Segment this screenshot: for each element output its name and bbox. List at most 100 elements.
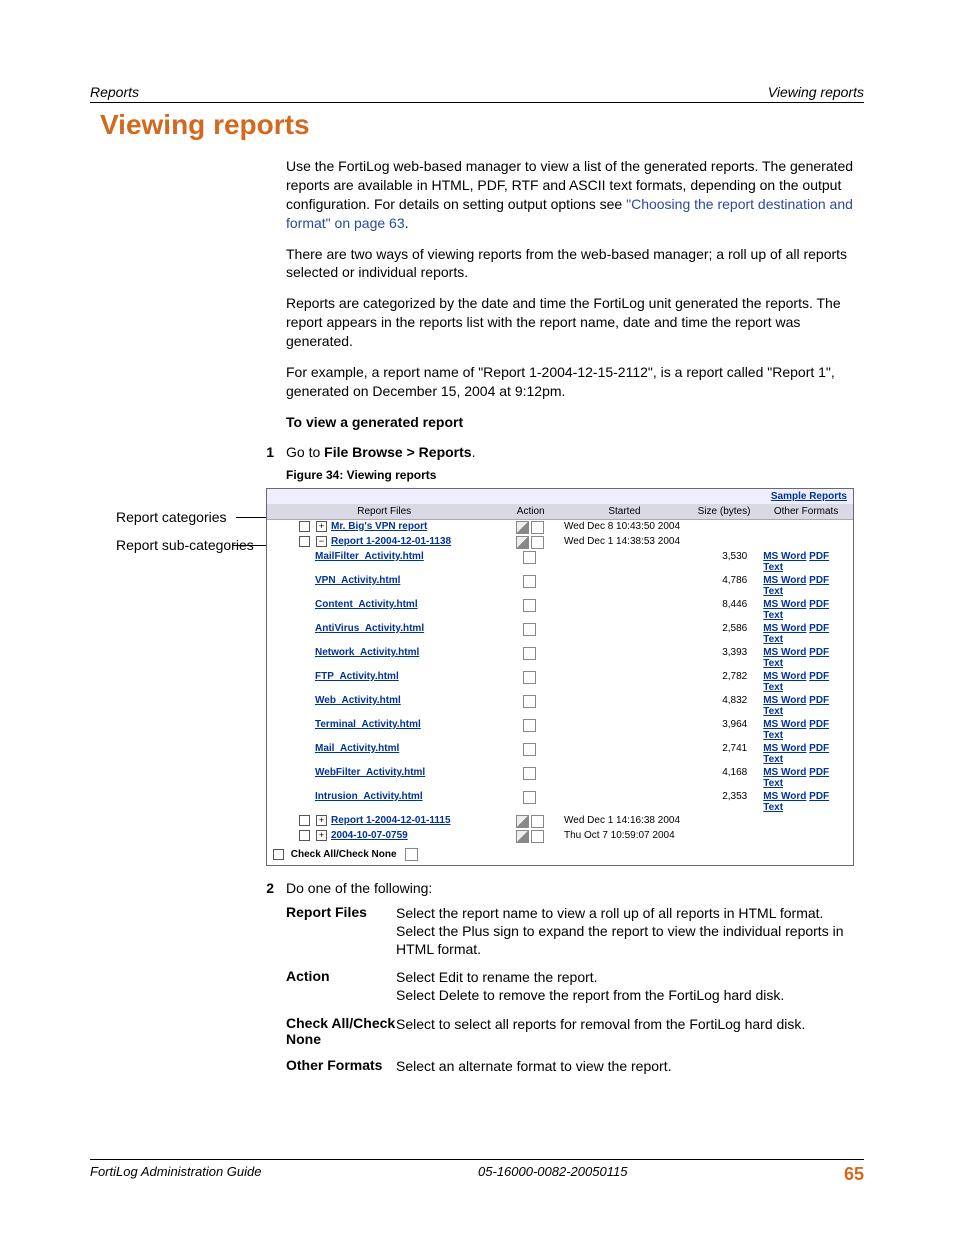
footer-left: FortiLog Administration Guide [90,1164,262,1185]
edit-icon[interactable] [516,536,529,549]
expand-icon[interactable]: + [316,815,327,826]
sample-reports-link[interactable]: Sample Reports [771,491,847,502]
size-cell [689,814,759,829]
trash-icon[interactable] [523,719,536,732]
report-link[interactable]: Mail_Activity.html [315,743,399,754]
row-checkbox[interactable] [299,830,310,841]
fmt-pdf[interactable]: PDF [809,599,829,610]
page-title: Viewing reports [100,109,864,141]
definitions: Report FilesSelect the report name to vi… [286,904,854,1075]
edit-icon[interactable] [516,830,529,843]
row-checkbox[interactable] [299,536,310,547]
trash-icon[interactable] [523,743,536,756]
report-link[interactable]: Intrusion_Activity.html [315,791,423,802]
size-cell [689,535,759,550]
started-cell [560,670,689,694]
fmt-pdf[interactable]: PDF [809,575,829,586]
report-link[interactable]: AntiVirus_Activity.html [315,623,424,634]
table-row: Web_Activity.html4,832MS Word PDF Text [267,694,853,718]
fmt-word[interactable]: MS Word [763,671,806,682]
trash-icon[interactable] [523,623,536,636]
report-link[interactable]: Terminal_Activity.html [315,719,421,730]
report-link[interactable]: Network_Activity.html [315,647,419,658]
trash-icon[interactable] [523,767,536,780]
page-number: 65 [844,1164,864,1185]
expand-icon[interactable]: − [316,536,327,547]
report-link[interactable]: Report 1-2004-12-01-1138 [331,536,451,547]
fmt-text[interactable]: Text [763,586,783,597]
check-all-label[interactable]: Check All/Check None [291,849,397,860]
started-cell [560,550,689,574]
def-desc: Select to select all reports for removal… [396,1015,854,1047]
trash-icon[interactable] [523,791,536,804]
trash-icon[interactable] [523,647,536,660]
fmt-text[interactable]: Text [763,778,783,789]
fmt-word[interactable]: MS Word [763,623,806,634]
report-link[interactable]: MailFilter_Activity.html [315,551,424,562]
trash-icon[interactable] [523,671,536,684]
fmt-pdf[interactable]: PDF [809,719,829,730]
expand-icon[interactable]: + [316,521,327,532]
fmt-pdf[interactable]: PDF [809,551,829,562]
report-link[interactable]: Web_Activity.html [315,695,401,706]
fmt-pdf[interactable]: PDF [809,623,829,634]
check-all-checkbox[interactable] [273,849,284,860]
fmt-pdf[interactable]: PDF [809,647,829,658]
fmt-text[interactable]: Text [763,730,783,741]
trash-icon[interactable] [531,536,544,549]
report-link[interactable]: Mr. Big's VPN report [331,521,427,532]
fmt-text[interactable]: Text [763,610,783,621]
report-link[interactable]: 2004-10-07-0759 [331,830,408,841]
fmt-pdf[interactable]: PDF [809,695,829,706]
row-checkbox[interactable] [299,521,310,532]
edit-icon[interactable] [516,815,529,828]
connector-line [236,517,266,518]
trash-icon[interactable] [531,815,544,828]
trash-icon[interactable] [523,575,536,588]
fmt-text[interactable]: Text [763,706,783,717]
fmt-text[interactable]: Text [763,634,783,645]
fmt-word[interactable]: MS Word [763,695,806,706]
started-cell: Wed Dec 1 14:38:53 2004 [560,535,689,550]
fmt-pdf[interactable]: PDF [809,791,829,802]
fmt-text[interactable]: Text [763,802,783,813]
report-link[interactable]: Report 1-2004-12-01-1115 [331,815,451,826]
fmt-pdf[interactable]: PDF [809,743,829,754]
row-checkbox[interactable] [299,815,310,826]
figure-caption: Figure 34: Viewing reports [286,468,854,482]
trash-icon[interactable] [405,848,418,861]
fmt-word[interactable]: MS Word [763,791,806,802]
def-desc: Select an alternate format to view the r… [396,1057,854,1075]
fmt-pdf[interactable]: PDF [809,671,829,682]
report-link[interactable]: FTP_Activity.html [315,671,399,682]
subhead-view: To view a generated report [286,413,854,432]
header-left: Reports [90,84,139,100]
trash-icon[interactable] [531,521,544,534]
trash-icon[interactable] [531,830,544,843]
fmt-word[interactable]: MS Word [763,743,806,754]
fmt-text[interactable]: Text [763,658,783,669]
step-2-text: Do one of the following: [286,880,432,896]
size-cell: 3,393 [689,646,759,670]
fmt-text[interactable]: Text [763,682,783,693]
trash-icon[interactable] [523,551,536,564]
expand-icon[interactable]: + [316,830,327,841]
footer-rule [90,1159,864,1160]
table-row: Terminal_Activity.html3,964MS Word PDF T… [267,718,853,742]
fmt-pdf[interactable]: PDF [809,767,829,778]
fmt-word[interactable]: MS Word [763,575,806,586]
trash-icon[interactable] [523,695,536,708]
table-row: MailFilter_Activity.html3,530MS Word PDF… [267,550,853,574]
report-link[interactable]: VPN_Activity.html [315,575,400,586]
fmt-text[interactable]: Text [763,754,783,765]
edit-icon[interactable] [516,521,529,534]
trash-icon[interactable] [523,599,536,612]
fmt-word[interactable]: MS Word [763,719,806,730]
fmt-word[interactable]: MS Word [763,599,806,610]
report-link[interactable]: Content_Activity.html [315,599,418,610]
report-link[interactable]: WebFilter_Activity.html [315,767,425,778]
fmt-word[interactable]: MS Word [763,647,806,658]
fmt-word[interactable]: MS Word [763,767,806,778]
fmt-text[interactable]: Text [763,562,783,573]
fmt-word[interactable]: MS Word [763,551,806,562]
